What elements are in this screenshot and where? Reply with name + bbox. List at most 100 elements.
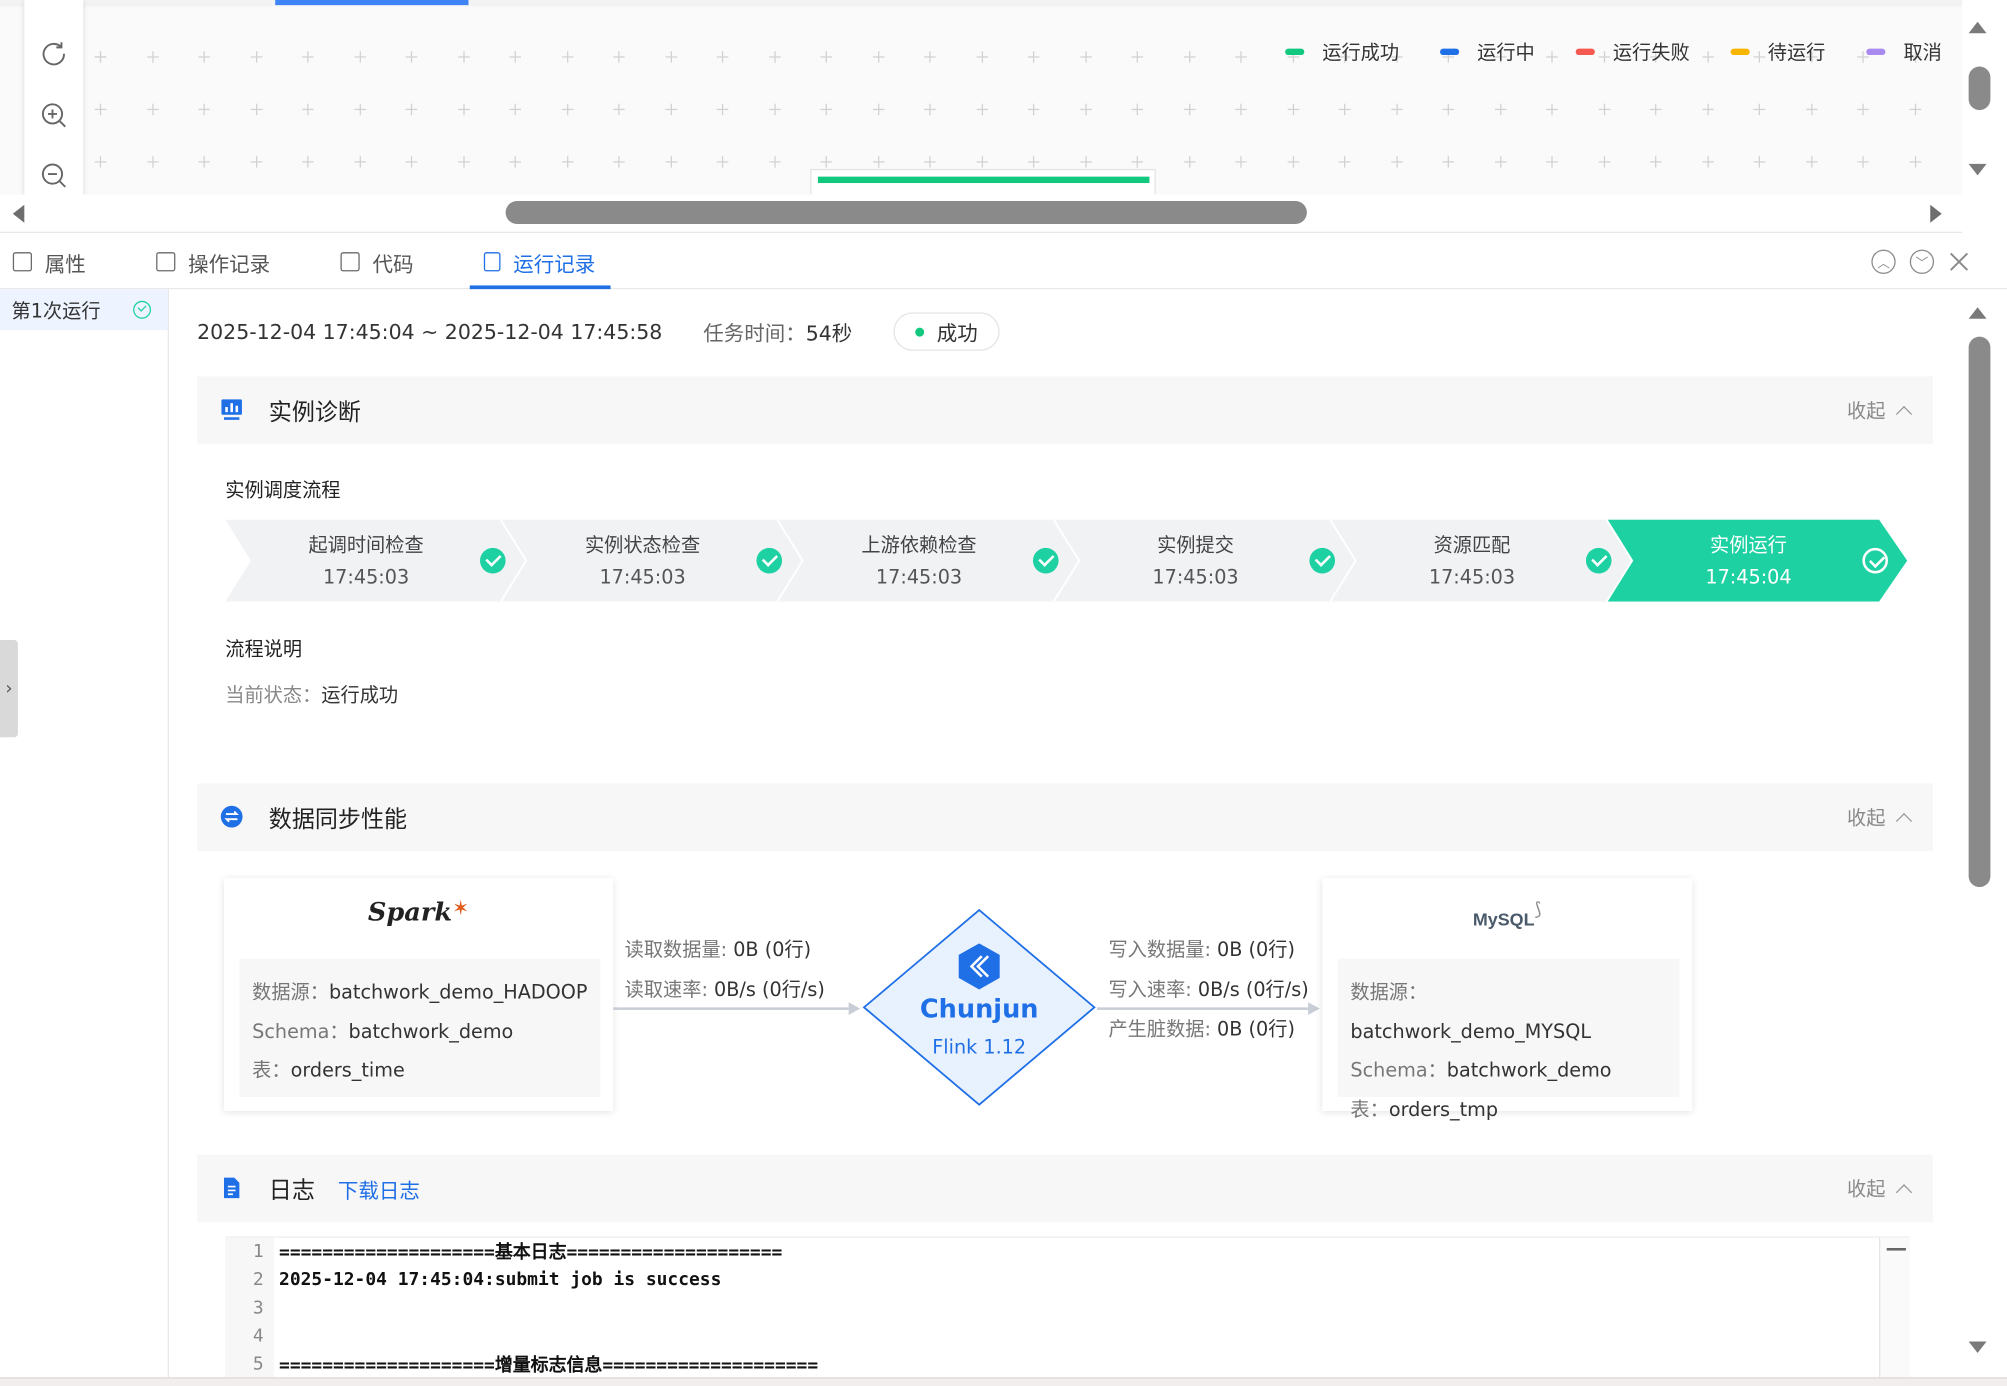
- grid-mark: [1857, 103, 1869, 116]
- grid-mark: [1649, 103, 1662, 116]
- legend-label: 运行失败: [1612, 40, 1690, 64]
- canvas-active-indicator: [275, 0, 469, 6]
- log-minimap[interactable]: [1879, 1237, 1910, 1378]
- grid-mark: [924, 103, 936, 116]
- collapse-label: 收起: [1847, 1177, 1886, 1201]
- step-time: 17:45:03: [599, 565, 686, 589]
- grid-mark: [613, 103, 625, 116]
- legend-swatch: [1285, 48, 1305, 56]
- status-dot: [914, 327, 924, 336]
- scroll-down-icon[interactable]: [1968, 1341, 1987, 1353]
- grid-mark: [976, 156, 988, 168]
- sync-arrows-icon: [220, 805, 243, 828]
- collapse-button[interactable]: 收起: [1847, 397, 1913, 424]
- grid-mark: [1235, 103, 1247, 116]
- dag-task-node[interactable]: [810, 168, 1156, 195]
- legend-item-success: 运行成功: [1285, 38, 1399, 65]
- grid-mark: [1390, 103, 1403, 116]
- download-log-link[interactable]: 下载日志: [338, 1173, 420, 1204]
- tab-code[interactable]: 代码: [340, 234, 413, 289]
- canvas-horizontal-scrollbar[interactable]: [0, 194, 1963, 233]
- grid-mark: [302, 51, 314, 63]
- grid-mark: [1183, 103, 1195, 116]
- scroll-thumb[interactable]: [1968, 336, 1991, 888]
- close-icon[interactable]: [1948, 251, 1970, 273]
- log-line: 3: [252, 1297, 264, 1319]
- collapse-button[interactable]: 收起: [1847, 804, 1913, 831]
- grid-mark: [1079, 51, 1092, 63]
- read-amount: 读取数据量: 0B (0行): [624, 938, 812, 962]
- grid-mark: [976, 51, 988, 63]
- legend-swatch: [1440, 48, 1460, 56]
- write-stats: 写入数据量: 0B (0行) 写入速率: 0B/s (0行/s) 产生脏数据: …: [1108, 931, 1308, 1050]
- arrow-right-icon: [1308, 1002, 1320, 1016]
- code-icon: [340, 252, 360, 272]
- grid-mark: [872, 51, 884, 63]
- grid-mark: [1131, 103, 1144, 116]
- step-name: 实例状态检查: [584, 533, 701, 557]
- dag-canvas[interactable]: [0, 0, 1963, 195]
- refresh-icon[interactable]: [40, 40, 68, 68]
- run-record-content: 2025-12-04 17:45:04 ~ 2025-12-04 17:45:5…: [168, 289, 1963, 1378]
- scroll-thumb[interactable]: [1968, 66, 1991, 111]
- step-time: 17:45:04: [1705, 565, 1792, 589]
- grid-mark: [820, 51, 832, 63]
- grid-mark: [1753, 156, 1766, 168]
- scroll-down-icon[interactable]: [1968, 163, 1987, 176]
- grid-mark: [146, 156, 159, 168]
- grid-mark: [664, 103, 677, 116]
- grid-mark: [1494, 103, 1506, 116]
- duration-label: 任务时间：: [703, 321, 806, 346]
- current-status: 当前状态：运行成功: [225, 681, 398, 708]
- node-status-bar: [817, 176, 1150, 184]
- scroll-up-icon[interactable]: [1968, 21, 1987, 34]
- grid-mark: [768, 51, 781, 63]
- section-title: 实例诊断: [268, 398, 361, 426]
- scroll-up-icon[interactable]: [1968, 307, 1987, 319]
- step-name: 上游依赖检查: [861, 533, 977, 557]
- scroll-thumb[interactable]: [505, 200, 1307, 224]
- grid-mark: [1909, 156, 1921, 168]
- checklist-icon: [156, 252, 176, 272]
- content-vertical-scrollbar[interactable]: [1962, 289, 2007, 1378]
- step-time: 17:45:03: [875, 565, 963, 589]
- read-flow-line: [613, 1007, 849, 1010]
- run-item[interactable]: 第1次运行: [0, 289, 168, 331]
- status-text: 成功: [936, 321, 978, 346]
- zoom-in-icon[interactable]: [40, 101, 68, 129]
- grid-mark: [457, 103, 470, 116]
- scroll-left-icon[interactable]: [12, 204, 25, 223]
- grid-mark: [1598, 103, 1610, 116]
- step-name: 起调时间检查: [308, 533, 424, 557]
- grid-mark: [716, 103, 729, 116]
- tab-properties[interactable]: 属性: [12, 234, 86, 289]
- tab-operation-log[interactable]: 操作记录: [156, 234, 270, 289]
- tab-run-records[interactable]: 运行记录: [483, 234, 595, 289]
- grid-mark: [353, 103, 366, 116]
- legend-item-pending: 待运行: [1730, 38, 1825, 65]
- chevron-down-icon[interactable]: ﹀: [1909, 249, 1935, 274]
- collapse-button[interactable]: 收起: [1847, 1175, 1913, 1202]
- tab-label: 代码: [372, 251, 414, 276]
- grid-mark: [94, 156, 107, 168]
- grid-mark: [457, 156, 470, 168]
- grid-mark: [353, 156, 366, 168]
- log-line: 5 ====================增量标志信息=============…: [252, 1354, 819, 1376]
- run-item-label: 第1次运行: [11, 298, 101, 322]
- grid-mark: [1027, 156, 1040, 168]
- grid-mark: [1027, 103, 1040, 116]
- grid-mark: [146, 103, 159, 116]
- check-circle-icon: [1862, 547, 1888, 574]
- grid-mark: [405, 103, 418, 116]
- engine-node[interactable]: Chunjun Flink 1.12: [861, 908, 1097, 1108]
- chevron-up-icon[interactable]: ︿: [1871, 249, 1896, 274]
- scroll-right-icon[interactable]: [1930, 204, 1942, 223]
- logs-section-header: 日志 下载日志 收起: [197, 1154, 1933, 1223]
- log-viewer[interactable]: 1 ====================基本日志===============…: [225, 1236, 1910, 1378]
- zoom-out-icon[interactable]: [40, 161, 68, 189]
- source-card: Spark✶ 数据源：batchwork_demo_HADOOP Schema：…: [224, 878, 614, 1112]
- canvas-vertical-scrollbar[interactable]: [1962, 0, 2007, 195]
- grid-mark: [1546, 103, 1558, 116]
- grid-mark: [1235, 51, 1247, 63]
- expand-panel-handle[interactable]: ›: [0, 640, 18, 738]
